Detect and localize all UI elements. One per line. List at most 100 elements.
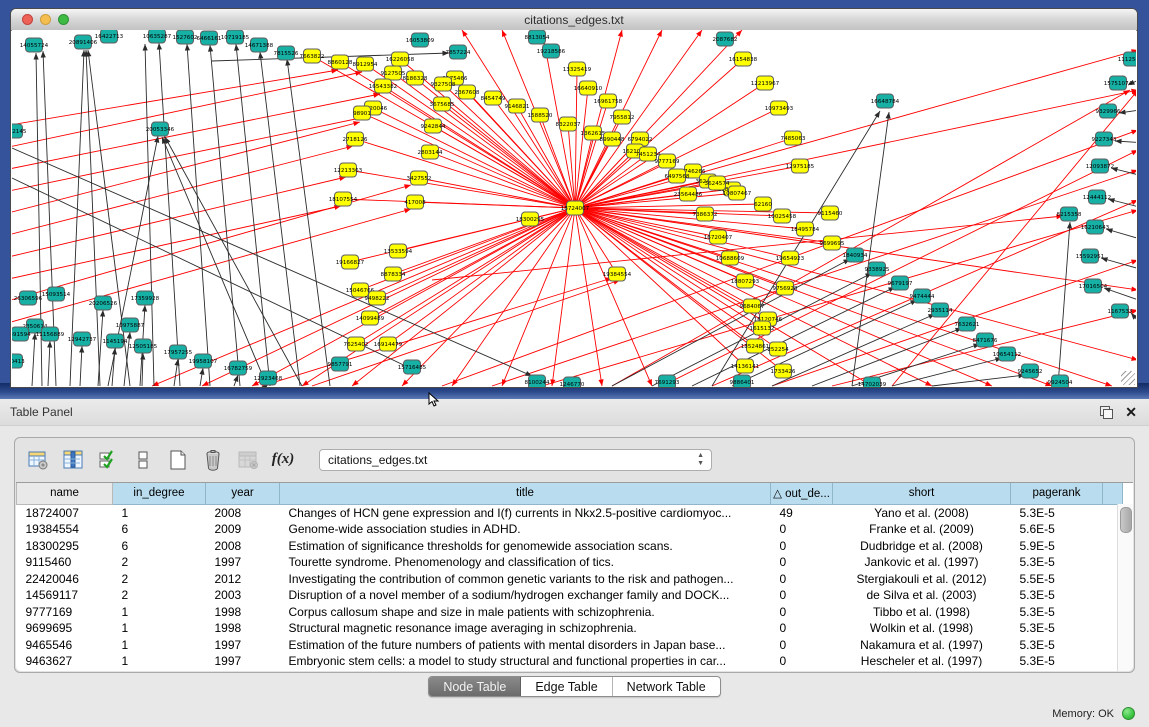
graph-node[interactable]: 14099489: [356, 311, 385, 325]
graph-node[interactable]: 18495784: [791, 222, 820, 236]
function-builder-icon[interactable]: f(x): [270, 447, 296, 473]
tab-node-table[interactable]: Node Table: [429, 677, 521, 696]
graph-node[interactable]: 19958107: [189, 354, 218, 368]
graph-node[interactable]: 13325419: [563, 62, 592, 76]
graph-node[interactable]: 2718126: [343, 132, 368, 146]
column-header-short[interactable]: short: [833, 483, 1011, 504]
graph-node[interactable]: 8186328: [403, 71, 428, 85]
graph-node[interactable]: 2935114: [928, 303, 953, 317]
graph-node[interactable]: 9245652: [1018, 364, 1043, 378]
graph-node[interactable]: 13533594: [384, 244, 413, 258]
graph-node[interactable]: 9679197: [888, 276, 913, 290]
column-header-name[interactable]: name: [17, 483, 113, 504]
graph-node[interactable]: 9924504: [1048, 375, 1073, 387]
delete-column-icon[interactable]: [200, 447, 226, 473]
close-window-button[interactable]: [22, 14, 33, 25]
graph-node[interactable]: 7691293: [655, 375, 680, 387]
graph-node[interactable]: 16053809: [406, 33, 435, 47]
graph-node[interactable]: 10719185: [221, 30, 250, 44]
graph-node[interactable]: 7625402: [344, 337, 369, 351]
graph-node[interactable]: 16154838: [729, 52, 758, 66]
graph-node[interactable]: 7485063: [781, 131, 806, 145]
graph-node[interactable]: 1167533: [1108, 304, 1133, 318]
graph-node[interactable]: 62160: [754, 197, 772, 211]
graph-node[interactable]: 2087682: [713, 32, 738, 46]
column-header-title[interactable]: title: [280, 483, 771, 504]
tab-network-table[interactable]: Network Table: [613, 677, 720, 696]
show-columns-icon[interactable]: [60, 447, 86, 473]
graph-node[interactable]: 7386372: [693, 207, 718, 221]
graph-node[interactable]: 9777169: [655, 154, 680, 168]
graph-node[interactable]: 8215358: [1057, 207, 1082, 221]
graph-node[interactable]: 20891406: [69, 35, 98, 49]
table-options-icon[interactable]: [25, 447, 51, 473]
graph-node[interactable]: 19166827: [336, 255, 365, 269]
graph-node[interactable]: 7663822: [300, 49, 325, 63]
column-header-in_degree[interactable]: in_degree: [113, 483, 206, 504]
graph-node[interactable]: 1246770: [560, 377, 585, 387]
graph-node[interactable]: 10975887: [116, 318, 145, 332]
table-row[interactable]: 1456911722003Disruption of a novel membe…: [17, 587, 1123, 604]
graph-node[interactable]: 12093872: [1086, 159, 1114, 173]
graph-node[interactable]: 16422713: [95, 30, 124, 43]
graph-node[interactable]: 12213363: [334, 163, 363, 177]
table-row[interactable]: 946554611997Estimation of the future num…: [17, 637, 1123, 654]
table-row[interactable]: 911546021997Tourette syndrome. Phenomeno…: [17, 554, 1123, 571]
graph-node[interactable]: 3427552: [407, 171, 432, 185]
graph-node[interactable]: 1733426: [771, 364, 796, 378]
graph-node[interactable]: 252254: [767, 342, 789, 356]
graph-node[interactable]: 17957255: [164, 345, 193, 359]
graph-node[interactable]: 16648784: [871, 94, 900, 108]
graph-node[interactable]: 391594: [12, 327, 31, 341]
select-rows-icon[interactable]: [95, 447, 121, 473]
graph-node[interactable]: 9338925: [865, 262, 890, 276]
graph-node[interactable]: 9498222: [365, 291, 390, 305]
graph-node[interactable]: 16640910: [574, 81, 603, 95]
graph-node[interactable]: 16210643: [1081, 220, 1110, 234]
window-resize-grip[interactable]: [1121, 371, 1135, 385]
column-header-year[interactable]: year: [206, 483, 280, 504]
graph-node[interactable]: 17359928: [131, 291, 160, 305]
graph-node[interactable]: 26306596: [14, 291, 43, 305]
graph-node[interactable]: 9329966: [1096, 104, 1121, 118]
graph-node[interactable]: 15093514: [42, 287, 71, 301]
graph-node[interactable]: 1588520: [528, 108, 553, 122]
graph-node[interactable]: 9146821: [505, 99, 530, 113]
delete-table-icon-disabled[interactable]: [235, 447, 261, 473]
graph-node[interactable]: 8322037: [556, 117, 581, 131]
window-titlebar[interactable]: citations_edges.txt: [11, 9, 1137, 31]
graph-node[interactable]: 1692145: [12, 124, 27, 138]
graph-node[interactable]: 7857224: [446, 45, 471, 59]
graph-node[interactable]: 9756928: [773, 281, 798, 295]
new-column-icon[interactable]: [165, 447, 191, 473]
table-row[interactable]: 969969511998Structural magnetic resonanc…: [17, 620, 1123, 637]
table-row[interactable]: 1938455462009Genome-wide association stu…: [17, 521, 1123, 538]
graph-node[interactable]: 8860128: [328, 55, 353, 69]
graph-node[interactable]: 15716485: [398, 360, 427, 374]
graph-node[interactable]: 14055724: [20, 38, 49, 52]
graph-node[interactable]: 990413: [12, 354, 25, 368]
graph-node[interactable]: 8813054: [525, 30, 550, 44]
graph-node[interactable]: 16961758: [594, 94, 623, 108]
graph-node[interactable]: 20206526: [89, 296, 118, 310]
table-row[interactable]: 1872400712008Changes of HCN gene express…: [17, 504, 1123, 521]
graph-node[interactable]: 17016504: [1079, 279, 1108, 293]
graph-node[interactable]: 16720407: [704, 230, 733, 244]
graph-node[interactable]: 8912954: [353, 57, 378, 71]
graph-node[interactable]: 1527602: [173, 30, 198, 44]
table-row[interactable]: 946362711997Embryonic stem cells: a mode…: [17, 653, 1123, 670]
scrollbar-thumb[interactable]: [1120, 507, 1132, 533]
graph-node[interactable]: 19218586: [537, 44, 566, 58]
network-view-window[interactable]: citations_edges.txt 18724007140557242089…: [10, 8, 1138, 388]
table-vertical-scrollbar[interactable]: [1117, 504, 1133, 671]
graph-node[interactable]: 7955812: [610, 110, 635, 124]
graph-node[interactable]: 12444112: [1083, 190, 1111, 204]
graph-node[interactable]: 14136141: [731, 359, 760, 373]
graph-node[interactable]: 1615132: [750, 321, 775, 335]
graph-node[interactable]: 8878334: [381, 267, 406, 281]
graph-node[interactable]: 11125432: [1118, 52, 1136, 66]
graph-node[interactable]: 8100244: [525, 375, 550, 387]
table-row[interactable]: 1830029562008Estimation of significance …: [17, 538, 1123, 555]
graph-node[interactable]: 10025458: [768, 209, 797, 223]
graph-node[interactable]: 19654923: [776, 251, 805, 265]
